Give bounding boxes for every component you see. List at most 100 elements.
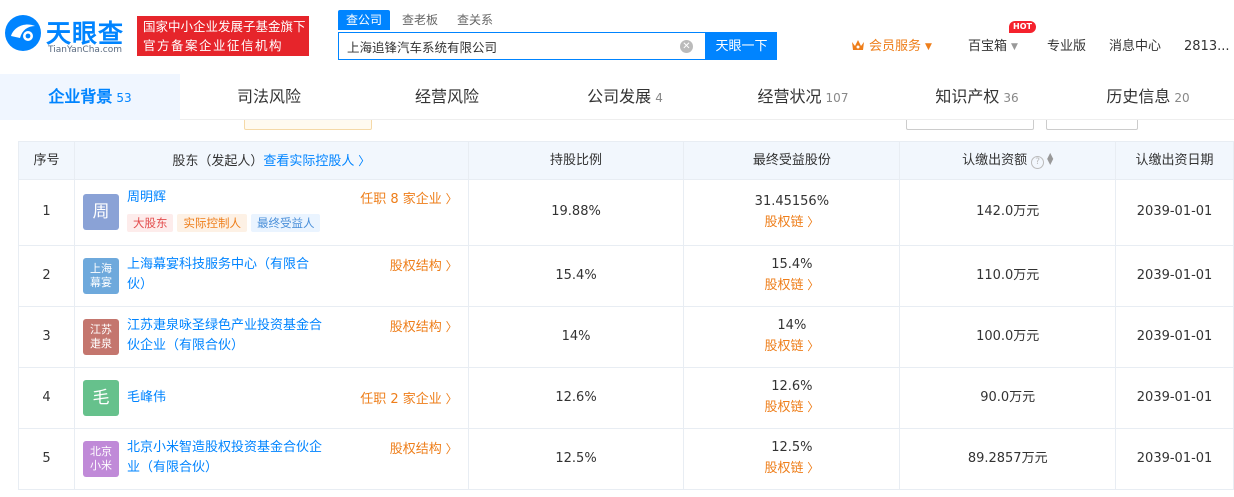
equity-structure-link[interactable]: 股权结构 〉 bbox=[390, 316, 458, 335]
tab-company-development[interactable]: 公司发展 4 bbox=[536, 74, 714, 120]
subscription-date: 2039-01-01 bbox=[1116, 368, 1234, 429]
chevron-right-icon: 〉 bbox=[441, 442, 458, 456]
search-tab-relation[interactable]: 查关系 bbox=[457, 10, 493, 30]
crown-icon bbox=[852, 40, 864, 50]
shareholder-name-line-1: 江苏疌泉咏圣绿色产业投资基金合 bbox=[126, 318, 322, 333]
row-index: 3 bbox=[19, 307, 75, 368]
positions-label: 任职 8 家企业 bbox=[360, 192, 442, 207]
search-button[interactable]: 天眼一下 bbox=[706, 32, 777, 60]
chevron-right-icon: 〉 bbox=[803, 339, 820, 353]
logo-mark-icon bbox=[5, 15, 41, 51]
tag-ultimate-beneficiary: 最终受益人 bbox=[250, 214, 321, 232]
shareholding-ratio: 14% bbox=[468, 307, 685, 368]
equity-chain-link[interactable]: 股权链 〉 bbox=[684, 212, 899, 233]
equity-chain-link[interactable]: 股权链 〉 bbox=[684, 336, 899, 357]
search-input[interactable] bbox=[339, 33, 679, 59]
tab-business-status[interactable]: 经营状况 107 bbox=[714, 74, 892, 120]
row-index: 5 bbox=[19, 429, 75, 490]
chevron-right-icon: 〉 bbox=[441, 259, 458, 273]
equity-structure-label: 股权结构 bbox=[389, 442, 442, 457]
equity-chain-label: 股权链 bbox=[764, 461, 804, 476]
shareholding-ratio: 12.5% bbox=[468, 429, 685, 490]
vip-label: 会员服务 bbox=[869, 39, 922, 54]
header-index: 序号 bbox=[19, 142, 75, 180]
tab-count: 36 bbox=[1003, 91, 1019, 105]
chevron-right-icon: 〉 bbox=[803, 278, 820, 292]
tab-label: 公司发展 bbox=[587, 87, 652, 106]
pro-edition-link[interactable]: 专业版 bbox=[1047, 37, 1086, 57]
equity-chain-link[interactable]: 股权链 〉 bbox=[684, 458, 899, 479]
benefit-cell: 31.45156% 股权链 〉 bbox=[684, 180, 901, 246]
top-header: 天眼查 TianYanCha.com 国家中小企业发展子基金旗下 官方备案企业征… bbox=[0, 0, 1234, 72]
positions-link[interactable]: 任职 2 家企业 〉 bbox=[360, 388, 457, 407]
shareholder-name[interactable]: 江苏疌泉咏圣绿色产业投资基金合 伙企业（有限合伙） bbox=[127, 316, 347, 356]
equity-structure-link[interactable]: 股权结构 〉 bbox=[390, 438, 458, 457]
vip-service-menu[interactable]: 会员服务 ▼ bbox=[851, 37, 932, 57]
shareholder-name[interactable]: 上海幕宴科技服务中心（有限合 伙） bbox=[127, 255, 337, 295]
tab-judicial-risk[interactable]: 司法风险 bbox=[180, 74, 358, 120]
avatar: 北京 小米 bbox=[82, 441, 119, 477]
chevron-right-icon: 〉 bbox=[803, 215, 820, 229]
equity-structure-label: 股权结构 bbox=[389, 259, 442, 274]
shareholding-ratio: 15.4% bbox=[468, 246, 685, 307]
tab-label: 经营风险 bbox=[414, 87, 479, 106]
avatar-text: 上海 幕宴 bbox=[89, 262, 112, 289]
sort-icon[interactable]: ▲ ▼ bbox=[1047, 152, 1053, 166]
equity-chain-label: 股权链 bbox=[764, 400, 804, 415]
shareholder-name-line-1: 上海幕宴科技服务中心（有限合 bbox=[126, 257, 309, 272]
equity-chain-link[interactable]: 股权链 〉 bbox=[684, 275, 899, 296]
hidden-select-box[interactable] bbox=[906, 120, 1034, 130]
search-tab-company[interactable]: 查公司 bbox=[338, 10, 391, 30]
hidden-filter-box[interactable] bbox=[244, 120, 372, 130]
avatar: 周 bbox=[82, 194, 119, 230]
tab-label: 经营状况 bbox=[757, 87, 822, 106]
tab-intellectual-property[interactable]: 知识产权 36 bbox=[892, 74, 1062, 120]
subscribed-capital: 90.0万元 bbox=[900, 368, 1117, 429]
tab-company-background[interactable]: 企业背景 53 bbox=[0, 74, 180, 120]
view-controller-link[interactable]: 查看实际控股人 〉 bbox=[263, 154, 370, 169]
section-tabs: 企业背景 53 司法风险 经营风险 公司发展 4 经营状况 107 知识产权 36 历史… bbox=[0, 74, 1234, 120]
header-capital[interactable]: 认缴出资额 ?▲ ▼ bbox=[900, 142, 1117, 180]
subscribed-capital: 110.0万元 bbox=[900, 246, 1117, 307]
positions-link[interactable]: 任职 8 家企业 〉 bbox=[360, 188, 457, 207]
equity-chain-label: 股权链 bbox=[764, 339, 804, 354]
view-controller-label: 查看实际控股人 bbox=[263, 154, 355, 169]
header-capital-label: 认缴出资额 bbox=[962, 153, 1028, 168]
message-center-link[interactable]: 消息中心 bbox=[1109, 37, 1161, 57]
tab-operation-risk[interactable]: 经营风险 bbox=[358, 74, 536, 120]
subscription-date: 2039-01-01 bbox=[1116, 180, 1234, 246]
help-icon[interactable]: ? bbox=[1031, 156, 1045, 169]
tianyancha-logo[interactable]: 天眼查 TianYanCha.com bbox=[4, 12, 134, 58]
chevron-right-icon: 〉 bbox=[441, 320, 458, 334]
credential-banner: 国家中小企业发展子基金旗下 官方备案企业征信机构 bbox=[137, 16, 309, 56]
search-tab-boss[interactable]: 查老板 bbox=[402, 10, 438, 30]
benefit-value: 15.4% bbox=[771, 257, 813, 272]
user-account[interactable]: 2813... bbox=[1184, 37, 1229, 57]
equity-chain-link[interactable]: 股权链 〉 bbox=[684, 397, 899, 418]
subscribed-capital: 89.2857万元 bbox=[900, 429, 1117, 490]
avatar: 毛 bbox=[82, 380, 119, 416]
avatar: 江苏 疌泉 bbox=[82, 319, 119, 355]
benefit-value: 31.45156% bbox=[754, 194, 830, 209]
table-row: 1 周 周明辉 任职 8 家企业 〉 大股东 实际控制人 最终受益人 19.88% … bbox=[19, 180, 1234, 246]
shareholder-name[interactable]: 北京小米智造股权投资基金合伙企 业（有限合伙） bbox=[127, 438, 347, 478]
shareholder-name[interactable]: 毛峰伟 bbox=[127, 388, 166, 408]
hidden-export-button[interactable] bbox=[1046, 120, 1138, 130]
tab-history-info[interactable]: 历史信息 20 bbox=[1062, 74, 1234, 120]
shareholder-cell: 北京 小米 北京小米智造股权投资基金合伙企 业（有限合伙） 股权结构 〉 bbox=[74, 429, 469, 490]
equity-chain-label: 股权链 bbox=[764, 215, 804, 230]
equity-structure-link[interactable]: 股权结构 〉 bbox=[390, 255, 458, 274]
benefit-value: 12.5% bbox=[771, 440, 813, 455]
clear-icon[interactable]: ✕ bbox=[680, 40, 693, 53]
benefit-cell: 14% 股权链 〉 bbox=[684, 307, 901, 368]
toolbox-menu[interactable]: 百宝箱 ▼ bbox=[968, 37, 1018, 57]
row-index: 1 bbox=[19, 180, 75, 246]
benefit-value: 12.6% bbox=[771, 379, 813, 394]
shareholder-name-line-1: 北京小米智造股权投资基金合伙企 bbox=[126, 440, 322, 455]
header-shareholder: 股东（发起人）查看实际控股人 〉 bbox=[74, 142, 469, 180]
subscription-date: 2039-01-01 bbox=[1116, 246, 1234, 307]
shareholder-name[interactable]: 周明辉 bbox=[127, 188, 166, 208]
chevron-right-icon: 〉 bbox=[354, 154, 371, 168]
hidden-toolbar bbox=[0, 120, 1234, 130]
subscribed-capital: 142.0万元 bbox=[900, 180, 1117, 246]
